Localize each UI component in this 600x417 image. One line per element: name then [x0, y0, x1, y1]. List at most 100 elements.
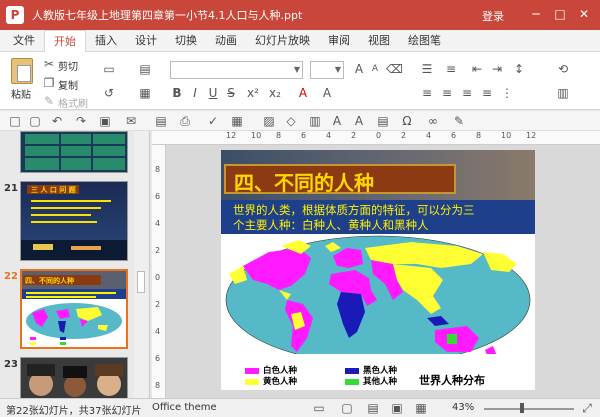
shrink-font-icon[interactable]: A: [368, 62, 382, 76]
draw-icon[interactable]: ✎: [452, 114, 466, 128]
cut-button[interactable]: 剪切: [58, 58, 78, 73]
bold-icon[interactable]: B: [170, 86, 184, 100]
comments-icon[interactable]: ▢: [340, 401, 354, 415]
bullets-icon[interactable]: ☰: [420, 62, 434, 76]
line-spacing-icon[interactable]: ↕: [512, 62, 526, 76]
close-icon[interactable]: ✕: [576, 6, 592, 22]
textbox-icon[interactable]: A: [330, 114, 344, 128]
legend-swatch-yellow: [245, 379, 259, 385]
reset-icon[interactable]: ↺: [102, 86, 116, 100]
font-family-select[interactable]: ▼: [170, 61, 303, 79]
legend-swatch-other: [345, 379, 359, 385]
increase-indent-icon[interactable]: ⇥: [490, 62, 504, 76]
strikethrough-icon[interactable]: S: [224, 86, 238, 100]
slide-sorter-icon[interactable]: ▣: [390, 401, 404, 415]
format-painter-button[interactable]: 格式刷: [58, 95, 88, 110]
shapes-icon[interactable]: ◇: [284, 114, 298, 128]
new-slide-icon[interactable]: ▭: [102, 62, 116, 76]
symbol-icon[interactable]: Ω: [400, 114, 414, 128]
tab-view[interactable]: 视图: [359, 30, 399, 52]
columns-icon[interactable]: ▥: [556, 86, 570, 100]
new-file-icon[interactable]: □: [8, 114, 22, 128]
fit-to-window-icon[interactable]: ⤢: [580, 401, 594, 415]
save-icon[interactable]: ▣: [98, 114, 112, 128]
font-size-select[interactable]: ▼: [310, 61, 344, 79]
scrollbar-thumb[interactable]: [137, 271, 145, 293]
slide-title-box[interactable]: 四、不同的人种: [224, 164, 456, 195]
redo-icon[interactable]: ↷: [74, 114, 88, 128]
highlight-icon[interactable]: A: [320, 86, 334, 100]
text-direction-icon[interactable]: ⟲: [556, 62, 570, 76]
section-icon[interactable]: ▦: [138, 86, 152, 100]
print-preview-icon[interactable]: ▤: [154, 114, 168, 128]
theme-status: Office theme: [152, 402, 217, 413]
wordart-icon[interactable]: A: [352, 114, 366, 128]
italic-icon[interactable]: I: [188, 86, 202, 100]
layout-icon[interactable]: ▤: [138, 62, 152, 76]
hyperlink-icon[interactable]: ∞: [426, 114, 440, 128]
tab-review[interactable]: 审阅: [319, 30, 359, 52]
current-slide[interactable]: 四、不同的人种 世界的人类，根据体质方面的特征，可以分为三 个主要人种：白种人、…: [221, 150, 535, 390]
font-color-icon[interactable]: A: [296, 86, 310, 100]
ruler-tick: 8: [476, 131, 482, 140]
subscript-icon[interactable]: x₂: [268, 86, 282, 100]
reading-view-icon[interactable]: ▦: [414, 401, 428, 415]
copy-icon[interactable]: ❐: [42, 76, 56, 90]
ruler-tick: 12: [226, 131, 237, 140]
open-icon[interactable]: ▢: [28, 114, 42, 128]
notes-icon[interactable]: ▭: [312, 401, 326, 415]
tab-design[interactable]: 设计: [126, 30, 166, 52]
distribute-icon[interactable]: ⋮: [500, 86, 514, 100]
tab-home[interactable]: 开始: [44, 30, 86, 53]
normal-view-icon[interactable]: ▤: [366, 401, 380, 415]
slide-thumbnail-23[interactable]: [20, 357, 128, 398]
underline-icon[interactable]: U: [206, 86, 220, 100]
thumbnail-scrollbar[interactable]: [134, 131, 148, 398]
copy-button[interactable]: 复制: [58, 77, 78, 92]
minimize-icon[interactable]: ─: [528, 6, 544, 22]
slide-thumbnail-20[interactable]: [20, 131, 128, 173]
ruler-tick: 2: [401, 131, 407, 140]
format-painter-icon[interactable]: ✎: [42, 94, 56, 108]
legend-swatch-black: [345, 368, 359, 374]
slide-body-text[interactable]: 世界的人类，根据体质方面的特征，可以分为三 个主要人种：白种人、黄种人和黑种人: [221, 200, 535, 234]
align-center-icon[interactable]: ≡: [440, 86, 454, 100]
decrease-indent-icon[interactable]: ⇤: [470, 62, 484, 76]
align-right-icon[interactable]: ≡: [460, 86, 474, 100]
grow-font-icon[interactable]: A: [352, 62, 366, 76]
tab-pen[interactable]: 绘图笔: [399, 30, 450, 52]
print-icon[interactable]: ⎙: [178, 114, 192, 128]
tab-file[interactable]: 文件: [4, 30, 44, 52]
header-footer-icon[interactable]: ▤: [376, 114, 390, 128]
slide-thumbnail-22-selected[interactable]: 四、不同的人种: [20, 269, 128, 349]
slide-thumbnail-21[interactable]: 三 人 口 问 题: [20, 181, 128, 261]
scissors-icon[interactable]: ✂: [42, 57, 56, 71]
chart-icon[interactable]: ▥: [308, 114, 322, 128]
status-bar: 第22张幻灯片，共37张幻灯片 Office theme ▭ ▢ ▤ ▣ ▦ 4…: [0, 398, 600, 417]
zoom-slider[interactable]: [484, 408, 574, 410]
align-left-icon[interactable]: ≡: [420, 86, 434, 100]
superscript-icon[interactable]: x²: [246, 86, 260, 100]
tab-slideshow[interactable]: 幻灯片放映: [246, 30, 319, 52]
ruler-tick: 6: [155, 192, 161, 201]
legend-swatch-white: [245, 368, 259, 374]
picture-icon[interactable]: ▨: [262, 114, 276, 128]
undo-icon[interactable]: ↶: [50, 114, 64, 128]
clear-format-icon[interactable]: ⌫: [386, 62, 403, 76]
zoom-slider-knob[interactable]: [520, 403, 524, 413]
slide-number-22: 22: [4, 271, 18, 282]
login-link[interactable]: 登录: [482, 8, 504, 24]
tab-insert[interactable]: 插入: [86, 30, 126, 52]
paste-button[interactable]: 粘贴: [11, 86, 31, 101]
maximize-icon[interactable]: □: [552, 6, 568, 22]
email-icon[interactable]: ✉: [124, 114, 138, 128]
numbering-icon[interactable]: ≡: [444, 62, 458, 76]
paste-icon[interactable]: [11, 58, 33, 84]
zoom-level[interactable]: 43%: [452, 402, 474, 413]
tab-animations[interactable]: 动画: [206, 30, 246, 52]
spell-check-icon[interactable]: ✓: [206, 114, 220, 128]
justify-icon[interactable]: ≡: [480, 86, 494, 100]
tab-transitions[interactable]: 切换: [166, 30, 206, 52]
table-icon[interactable]: ▦: [230, 114, 244, 128]
ruler-tick: 12: [526, 131, 537, 140]
